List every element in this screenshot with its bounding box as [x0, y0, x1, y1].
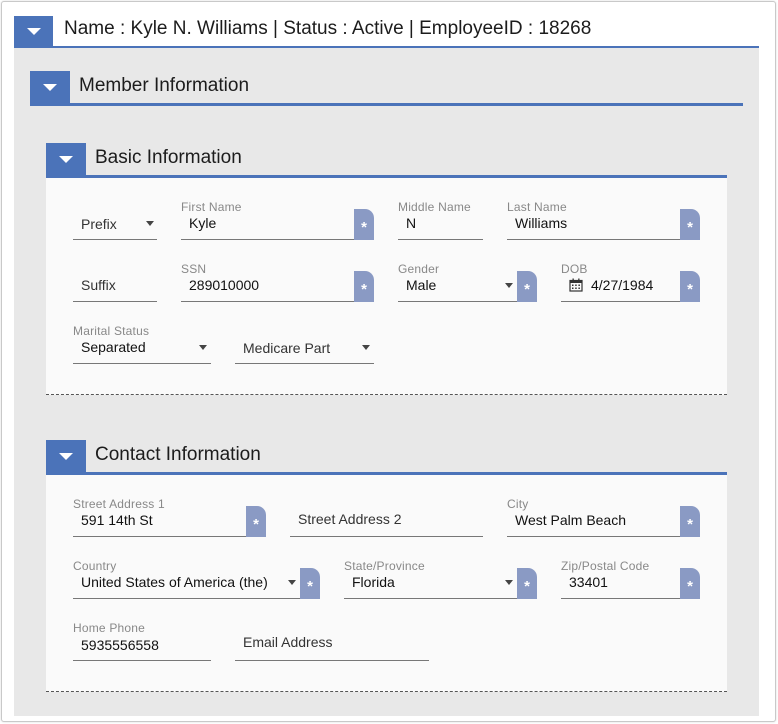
required-indicator: * [680, 209, 700, 240]
dob-value: 4/27/1984 [591, 277, 654, 293]
zip-code-field[interactable]: Zip/Postal Code 33401 * [561, 559, 700, 599]
gender-value: Male [406, 277, 437, 293]
first-name-value: Kyle [189, 215, 217, 231]
state-province-select[interactable]: State/Province Florida * [344, 559, 537, 599]
dropdown-caret-icon [362, 345, 370, 350]
street-address-2-placeholder: Street Address 2 [298, 511, 402, 527]
employee-summary-title: Name : Kyle N. Williams | Status : Activ… [64, 18, 592, 39]
dob-field[interactable]: DOB 4/27/1984 * [561, 262, 700, 302]
prefix-placeholder: Prefix [81, 216, 117, 232]
home-phone-field[interactable]: Home Phone 5935556558 [73, 621, 211, 661]
medicare-part-placeholder: Medicare Part [243, 340, 331, 356]
dropdown-caret-icon [505, 283, 513, 288]
dropdown-caret-icon [146, 221, 154, 226]
prefix-select[interactable]: Prefix [73, 200, 157, 240]
dropdown-caret-icon [199, 345, 207, 350]
street-address-1-field[interactable]: Street Address 1 591 14th St * [73, 497, 266, 537]
middle-name-field[interactable]: Middle Name N [398, 200, 483, 240]
calendar-icon[interactable] [569, 278, 583, 292]
required-indicator: * [517, 271, 537, 302]
first-name-label: First Name [181, 200, 242, 214]
contact-info-header: Contact Information [46, 439, 727, 475]
required-indicator: * [680, 506, 700, 537]
ssn-label: SSN [181, 262, 207, 276]
email-address-field[interactable]: Email Address [235, 621, 429, 661]
required-indicator: * [680, 271, 700, 302]
caret-down-icon [59, 452, 73, 460]
basic-info-header: Basic Information [46, 142, 727, 178]
street-address-2-field[interactable]: Street Address 2 [290, 497, 483, 537]
required-indicator: * [300, 568, 320, 599]
city-label: City [507, 497, 529, 511]
city-value: West Palm Beach [515, 512, 627, 528]
medicare-part-select[interactable]: Medicare Part [235, 324, 374, 364]
marital-status-select[interactable]: Marital Status Separated [73, 324, 211, 364]
required-indicator: * [354, 209, 374, 240]
basic-info-collapse-toggle[interactable] [46, 143, 86, 175]
suffix-field[interactable]: Suffix [73, 262, 157, 302]
dob-label: DOB [561, 262, 588, 276]
ssn-value: 289010000 [189, 277, 260, 293]
caret-down-icon [59, 155, 73, 163]
dropdown-caret-icon [505, 580, 513, 585]
basic-info-title: Basic Information [95, 147, 242, 168]
gender-select[interactable]: Gender Male * [398, 262, 537, 302]
contact-info-title: Contact Information [95, 444, 261, 465]
city-field[interactable]: City West Palm Beach * [507, 497, 700, 537]
marital-status-value: Separated [81, 339, 146, 355]
email-address-placeholder: Email Address [243, 634, 333, 650]
required-indicator: * [354, 271, 374, 302]
dropdown-caret-icon [288, 580, 296, 585]
middle-name-value: N [406, 215, 417, 231]
caret-down-icon [26, 27, 41, 35]
home-phone-value: 5935556558 [81, 637, 159, 653]
employee-header: Name : Kyle N. Williams | Status : Activ… [14, 14, 759, 48]
suffix-placeholder: Suffix [81, 277, 116, 293]
last-name-field[interactable]: Last Name Williams * [507, 200, 700, 240]
first-name-field[interactable]: First Name Kyle * [181, 200, 374, 240]
ssn-field[interactable]: SSN 289010000 * [181, 262, 374, 302]
member-info-header: Member Information [30, 70, 743, 106]
contact-info-collapse-toggle[interactable] [46, 440, 86, 472]
country-select[interactable]: Country United States of America (the) * [73, 559, 320, 599]
zip-code-label: Zip/Postal Code [561, 559, 650, 573]
required-indicator: * [680, 568, 700, 599]
state-province-value: Florida [352, 574, 395, 590]
home-phone-label: Home Phone [73, 621, 146, 635]
country-label: Country [73, 559, 117, 573]
member-info-collapse-toggle[interactable] [30, 71, 70, 103]
state-province-label: State/Province [344, 559, 425, 573]
last-name-value: Williams [515, 215, 568, 231]
last-name-label: Last Name [507, 200, 567, 214]
country-value: United States of America (the) [81, 574, 268, 590]
street-address-1-label: Street Address 1 [73, 497, 165, 511]
caret-down-icon [43, 83, 57, 91]
marital-status-label: Marital Status [73, 324, 150, 338]
required-indicator: * [517, 568, 537, 599]
header-collapse-toggle[interactable] [14, 16, 53, 46]
required-indicator: * [246, 506, 266, 537]
gender-label: Gender [398, 262, 440, 276]
middle-name-label: Middle Name [398, 200, 471, 214]
street-address-1-value: 591 14th St [81, 512, 153, 528]
zip-code-value: 33401 [569, 574, 608, 590]
member-info-title: Member Information [79, 75, 250, 96]
